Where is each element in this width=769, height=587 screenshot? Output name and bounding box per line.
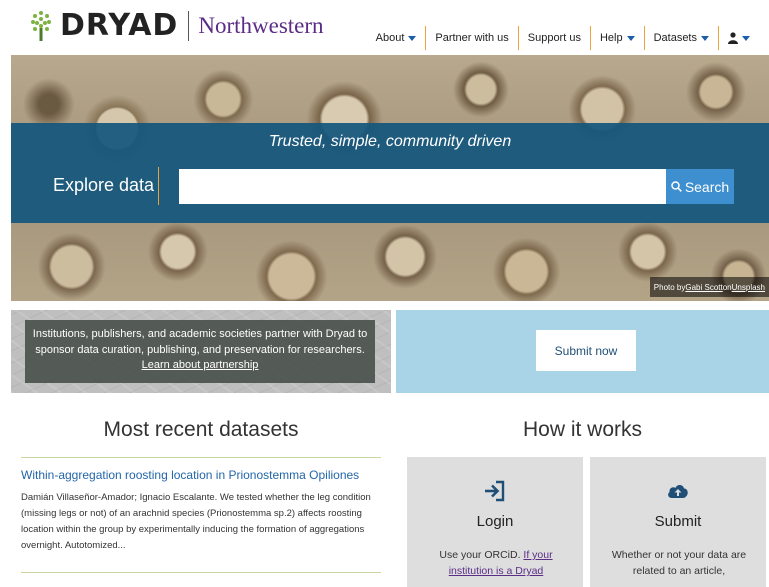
nav-help[interactable]: Help (589, 26, 644, 50)
dryad-logo[interactable]: DRYAD Northwestern (30, 8, 324, 44)
submit-panel: Submit now (396, 310, 769, 393)
partner-text: Institutions, publishers, and academic s… (32, 328, 368, 356)
dataset-divider (21, 572, 381, 573)
how-card-submit: Submit Whether or not your data are rela… (590, 457, 766, 587)
explore-divider (158, 167, 159, 205)
login-card-text-prefix: Use your ORCiD. (439, 549, 524, 561)
nav-support-label: Support us (527, 32, 581, 44)
nav-datasets[interactable]: Datasets (643, 26, 718, 50)
submit-card-text: Whether or not your data are related to … (611, 549, 747, 577)
sign-in-icon (485, 480, 505, 502)
nav-support[interactable]: Support us (517, 26, 590, 50)
search-input[interactable] (179, 169, 667, 204)
explore-data-label: Explore data (53, 175, 155, 195)
chevron-down-icon (701, 35, 709, 41)
dataset-title-link[interactable]: Within-aggregation roosting location in … (21, 468, 381, 482)
login-card-text: Use your ORCiD. If your institution is a… (421, 547, 571, 579)
chevron-down-icon (742, 35, 750, 41)
nav-about[interactable]: About (367, 26, 426, 50)
photo-credit-author-link[interactable]: Gabi Scott (685, 283, 722, 292)
hero-tagline: Trusted, simple, community driven (268, 133, 512, 150)
photo-credit-site-link[interactable]: Unsplash (732, 283, 765, 292)
user-icon (728, 32, 738, 44)
cloud-upload-icon (668, 485, 688, 498)
nav-partner-label: Partner with us (435, 32, 509, 44)
photo-credit: Photo by Gabi Scott on Unsplash (649, 277, 769, 297)
photo-credit-on: on (722, 282, 732, 292)
search-button[interactable]: Search (666, 169, 734, 204)
search-button-label: Search (684, 178, 730, 195)
submit-card-title: Submit (654, 513, 702, 530)
partner-message: Institutions, publishers, and academic s… (25, 320, 375, 383)
nav-partner[interactable]: Partner with us (425, 26, 517, 50)
main-nav: About Partner with us Support us Help Da… (367, 26, 759, 50)
photo-credit-prefix: Photo by (653, 282, 686, 292)
nav-help-label: Help (599, 32, 623, 44)
search-band: Trusted, simple, community driven Explor… (11, 123, 769, 223)
how-card-login: Login Use your ORCiD. If your institutio… (407, 457, 583, 587)
chevron-down-icon (626, 35, 635, 41)
hero-banner: Trusted, simple, community driven Explor… (11, 55, 769, 301)
submit-now-button[interactable]: Submit now (536, 330, 636, 371)
list-item: Within-aggregation roosting location in … (21, 457, 381, 554)
recent-datasets-title: Most recent datasets (103, 418, 299, 441)
nav-user-menu[interactable] (718, 26, 759, 50)
nav-datasets-label: Datasets (653, 32, 697, 44)
site-header: DRYAD Northwestern About Partner with us… (0, 0, 769, 55)
how-it-works-title: How it works (522, 418, 643, 441)
institution-name: Northwestern (198, 13, 324, 38)
nav-about-label: About (375, 32, 405, 44)
partner-panel: Institutions, publishers, and academic s… (11, 310, 391, 393)
dataset-description: Damián Villaseñor-Amador; Ignacio Escala… (21, 492, 371, 551)
chevron-down-icon (408, 35, 417, 41)
tree-logo-icon (31, 11, 51, 41)
logo-wordmark: DRYAD (60, 8, 179, 43)
learn-partnership-link[interactable]: Learn about partnership (142, 359, 259, 371)
search-icon (671, 181, 682, 192)
login-card-title: Login (476, 513, 514, 530)
logo-divider (188, 11, 190, 41)
